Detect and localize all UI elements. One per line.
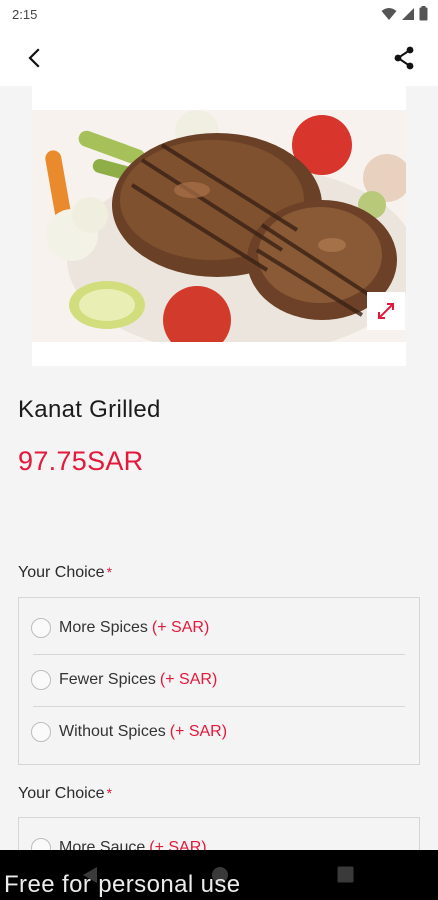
option-without-spices[interactable]: Without Spices (+ SAR) [19, 706, 419, 758]
choice-group-label: Your Choice * [18, 785, 112, 803]
required-mark: * [106, 564, 113, 580]
expand-icon [378, 303, 394, 319]
option-fewer-spices[interactable]: Fewer Spices (+ SAR) [19, 654, 419, 706]
back-button[interactable] [20, 44, 48, 72]
option-label: Fewer Spices [59, 671, 156, 688]
option-price: (+ SAR) [159, 671, 218, 688]
product-title: Kanat Grilled [18, 396, 161, 423]
status-bar: 2:15 [0, 0, 438, 30]
nav-recents-icon[interactable] [337, 866, 354, 888]
radio-button[interactable] [31, 722, 51, 742]
status-time: 2:15 [12, 7, 38, 22]
app-bar [0, 30, 438, 86]
share-icon [394, 46, 414, 70]
battery-icon [419, 6, 428, 26]
radio-button[interactable] [31, 618, 51, 638]
option-label: More Spices [59, 619, 148, 636]
choice-options-box: More Spices (+ SAR) Fewer Spices (+ SAR)… [18, 597, 420, 765]
signal-icon [401, 7, 415, 26]
expand-image-button[interactable] [367, 292, 405, 330]
option-price: (+ SAR) [169, 723, 228, 740]
watermark-text: Free for personal use [4, 871, 241, 898]
option-price: (+ SAR) [151, 619, 210, 636]
required-mark: * [106, 785, 113, 801]
choice-group-label: Your Choice * [18, 564, 112, 582]
back-arrow-icon [28, 48, 40, 68]
product-image[interactable] [32, 110, 406, 342]
option-more-spices[interactable]: More Spices (+ SAR) [19, 602, 419, 654]
choice-group-title: Your Choice [18, 564, 105, 581]
product-image-card [32, 86, 406, 366]
status-icons [381, 6, 428, 26]
radio-button[interactable] [31, 670, 51, 690]
choice-group-title: Your Choice [18, 785, 105, 802]
option-label: Without Spices [59, 723, 166, 740]
wifi-icon [381, 7, 397, 26]
share-button[interactable] [390, 44, 418, 72]
product-price: 97.75SAR [18, 446, 144, 476]
